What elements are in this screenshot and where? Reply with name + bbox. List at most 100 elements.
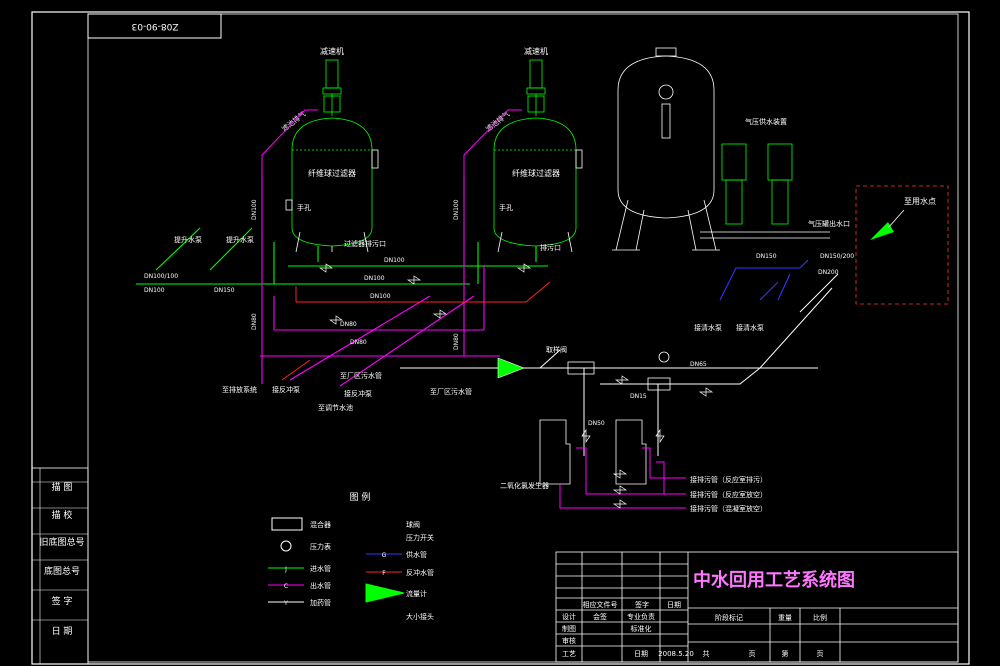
valves	[318, 263, 714, 509]
side-table-row: 旧底图总号	[39, 536, 84, 548]
legend-code-y: Y	[283, 600, 288, 607]
dosing-label: 二氧化氯发生器	[500, 481, 549, 490]
pipe-size: DN100	[364, 275, 385, 282]
tb-stage: 阶段标记	[715, 613, 743, 622]
legend-item: 大小接头	[406, 612, 434, 621]
pipe-size: DN150	[214, 287, 235, 294]
side-table-row: 签 字	[52, 595, 73, 607]
legend-code-j: J	[284, 566, 287, 573]
pipe-size: DN50	[588, 420, 605, 427]
legend-item: 出水管	[310, 581, 331, 590]
legend-item: 流量计	[406, 589, 427, 598]
tap1-label: 接排污管（反应室排污）	[690, 475, 767, 484]
pipe-size: DN15	[630, 393, 647, 400]
flowmeter-symbol	[497, 357, 525, 379]
label-to-sewage: 至厂区污水管	[430, 387, 472, 396]
pipe-size: DN65	[690, 361, 707, 368]
label-inlet-pump: 提升水泵	[174, 235, 202, 244]
pipe-size: DN150/200	[820, 253, 854, 260]
pressure-tank-label: 气压供水装置	[745, 117, 787, 126]
legend-code-c: C	[284, 583, 288, 590]
drawing-code: Z08-90-03	[131, 21, 178, 31]
tb-sheet-no2: 页	[817, 650, 824, 658]
label-to-recycle: 接反冲泵	[272, 385, 300, 394]
flowmeter-label: 取样阀	[546, 345, 567, 354]
tb-company: 专业负责	[627, 612, 655, 621]
tb-row-label: 标准化	[631, 624, 652, 633]
side-table-row: 底图总号	[44, 565, 80, 577]
pressure-tank	[612, 47, 720, 251]
tb-designer: 设计	[562, 612, 576, 621]
legend-item: 加药管	[310, 598, 331, 607]
drain-right-label: 排污口	[540, 243, 561, 252]
pipe-size: DN80	[251, 313, 258, 330]
manhole-right-label: 手孔	[499, 203, 513, 212]
tb-sheets: 共	[703, 649, 710, 658]
tb-checker: 审核	[562, 636, 576, 645]
legend-code-g: G	[382, 552, 387, 559]
legend-code-f: F	[382, 570, 386, 577]
legend-item: 球阀	[406, 520, 420, 529]
pipe-size: DN150	[756, 253, 777, 260]
legend-item: 反冲水管	[406, 568, 434, 577]
manhole-left-label: 手孔	[297, 203, 311, 212]
label-backwash-tank: 至调节水池	[318, 403, 353, 412]
label-backwash-pump-a: 接清水泵	[694, 323, 722, 332]
outer-frame	[31, 11, 970, 665]
label-to-pool: 至厂区污水管	[340, 371, 382, 380]
tb-row-label: 会签	[593, 612, 607, 621]
tb-date-value: 2008.5.20	[658, 650, 694, 658]
tb-col-sign: 签字	[635, 600, 649, 609]
label-backwash-inlet: 接反冲泵	[344, 389, 372, 398]
legend-item: 压力开关	[406, 533, 434, 542]
tap2-label: 接排污管（反应室放空）	[690, 490, 767, 499]
pipe-size: DN100	[144, 287, 165, 294]
side-table-row: 描 校	[52, 509, 73, 521]
tb-date-label: 日期	[634, 650, 648, 658]
pipe-size: DN200	[818, 269, 839, 276]
left-filter-tank	[285, 59, 379, 253]
pipe-size: DN100	[453, 199, 460, 220]
drain-left-label: 过滤器排污口	[344, 239, 386, 248]
tank-right-label: 纤维球过滤器	[512, 168, 560, 178]
pipe-size: DN80	[453, 333, 460, 350]
pipe-size: DN80	[350, 339, 367, 346]
pressure-gauge	[658, 351, 670, 363]
pump-outlet-label: 气压罐出水口	[808, 219, 850, 228]
tb-drawer: 制图	[562, 624, 576, 633]
legend-title: 图 例	[350, 491, 371, 503]
pipe-size: DN100	[384, 257, 405, 264]
legend-symbols	[268, 517, 405, 603]
reuse-point-label: 至用水点	[904, 196, 936, 206]
legend-item: 压力表	[310, 542, 331, 551]
blue-pipes	[719, 259, 809, 301]
pipe-size: DN100/100	[144, 273, 178, 280]
drawing-title: 中水回用工艺系统图	[693, 569, 855, 591]
label-backwash-pump-b: 接清水泵	[736, 323, 764, 332]
tb-weight: 重量	[778, 614, 792, 622]
tb-col-date: 日期	[667, 601, 681, 609]
side-table-row: 描 图	[52, 481, 73, 493]
tb-sheet-of: 页	[749, 650, 756, 658]
pipe-size: DN80	[340, 321, 357, 328]
pipe-size: DN100	[370, 293, 391, 300]
tb-scale: 比例	[813, 613, 827, 622]
tb-process: 工艺	[562, 650, 576, 658]
dosing-units	[539, 419, 647, 485]
label-to-drain: 至排放系统	[222, 385, 257, 394]
legend-item: 混合器	[310, 520, 331, 529]
legend-item: 供水管	[406, 550, 427, 559]
inner-frame	[87, 13, 959, 663]
legend-item: 进水管	[310, 564, 331, 573]
tb-col-file: 相应文件号	[583, 600, 618, 609]
tank-left-label: 纤维球过滤器	[308, 168, 356, 178]
label-inlet-pump2: 提升水泵	[226, 235, 254, 244]
tap3-label: 接排污管（混凝室放空）	[690, 504, 767, 513]
side-table-row: 日 期	[52, 626, 73, 637]
process-diagram: Z08-90-03 描 图 描 校 旧底图总号 底图总号 签 字 日 期 减速机…	[31, 11, 970, 665]
tb-sheet-no: 第	[782, 649, 789, 658]
mixer-left-label: 减速机	[320, 46, 344, 56]
right-filter-tank	[493, 59, 583, 253]
dosing-pipes	[559, 447, 686, 509]
pipe-size: DN100	[251, 199, 258, 220]
